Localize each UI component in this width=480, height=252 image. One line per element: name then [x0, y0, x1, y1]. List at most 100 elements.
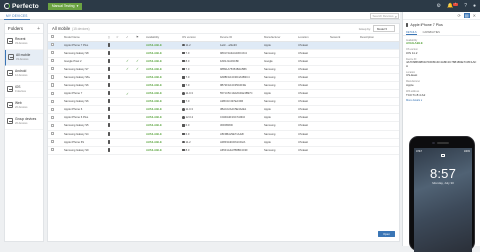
row-checkbox-cell[interactable]: [48, 130, 62, 139]
tab-capabilities[interactable]: CAPABILITIES: [423, 30, 440, 35]
table-row[interactable]: Samsung Galaxy S4 AVAILABLE 6.0 A5F9BA29E71…: [48, 130, 399, 139]
checkbox[interactable]: [51, 115, 55, 119]
table-row[interactable]: Apple iPhone 6 Plus AVAILABLE 12.0.2 C04DA3…: [48, 113, 399, 123]
column-header[interactable]: Description: [358, 34, 399, 42]
table-row[interactable]: Apple iPhone 7 ✓ AVAILABLE 11.0.3 5571C5C19A…: [48, 89, 399, 99]
network-cell: [328, 65, 358, 74]
folder-item[interactable]: Recent 33 devices: [5, 34, 43, 50]
table-row[interactable]: Apple iPhone 6S AVAILABLE 11.2 A08F3A9CD61C…: [48, 138, 399, 147]
column-header[interactable]: Location: [296, 34, 328, 42]
table-row[interactable]: Samsung Galaxy S9 AVAILABLE 8.0 A65F1A4A7B8…: [48, 146, 399, 155]
favorite-cell[interactable]: [114, 97, 124, 107]
gear-icon[interactable]: ⚙: [436, 3, 440, 9]
checkbox[interactable]: [51, 42, 55, 47]
checkbox[interactable]: [51, 99, 55, 103]
favorite-cell[interactable]: [114, 89, 124, 99]
checkbox[interactable]: [51, 131, 55, 136]
table-row[interactable]: Apple iPhone 7 Plus AVAILABLE 11.2 1a3c…af2…: [48, 41, 399, 50]
detail-field: Device ID 4A7D9B69861F53D8C4F4A8F4C7881B4…: [403, 58, 480, 69]
checkbox[interactable]: [51, 59, 55, 63]
checkbox[interactable]: [51, 91, 55, 95]
row-checkbox-cell[interactable]: [48, 138, 62, 147]
checkbox[interactable]: [51, 35, 55, 39]
select-all-checkbox[interactable]: [48, 34, 62, 42]
folder-item[interactable]: Android 12 devices: [5, 66, 43, 82]
folder-item[interactable]: iOS 9 devices: [5, 82, 43, 98]
user-icon[interactable]: ●: [473, 3, 476, 9]
table-row[interactable]: Samsung Galaxy S7 ✓ ✓ AVAILABLE 7.0 98891A753…: [48, 65, 399, 74]
favorite-cell[interactable]: [114, 57, 124, 66]
description-cell: [358, 81, 399, 91]
column-header[interactable]: Network: [328, 34, 358, 42]
table-row[interactable]: Samsung Galaxy S6 AVAILABLE 7.0 A2BC1F437EA…: [48, 97, 399, 107]
favorite-cell[interactable]: [114, 81, 124, 91]
favorite-cell[interactable]: [114, 105, 124, 115]
table-row[interactable]: Samsung Galaxy S8+ AVAILABLE 7.0 9A88F3A4C3…: [48, 73, 399, 82]
favorite-cell[interactable]: [114, 146, 124, 155]
checkbox[interactable]: [51, 148, 55, 152]
checkbox[interactable]: [51, 140, 55, 144]
row-checkbox-cell[interactable]: [48, 113, 62, 123]
column-header[interactable]: Model Name: [62, 34, 106, 42]
search-input[interactable]: Search Devices ⌕: [370, 13, 399, 19]
row-checkbox-cell[interactable]: [48, 41, 62, 50]
folder-item[interactable]: Web 20 devices: [5, 98, 43, 114]
open-device-button[interactable]: Open: [378, 231, 395, 237]
favorite-cell[interactable]: [114, 73, 124, 82]
table-row[interactable]: Samsung Galaxy S8 AVAILABLE 7.0 980174A3A44…: [48, 49, 399, 58]
os-version: 7.0: [185, 67, 190, 71]
folder-item[interactable]: Group devices 20 devices: [5, 114, 43, 130]
close-icon[interactable]: ✕: [473, 13, 476, 18]
row-checkbox-cell[interactable]: [48, 97, 62, 107]
favorite-cell[interactable]: [114, 49, 124, 58]
group-by-select[interactable]: Model ▾: [373, 25, 395, 32]
device-screen-preview[interactable]: AT&T 100% 8:57 Monday, July 30: [409, 136, 475, 252]
favorite-cell[interactable]: [114, 65, 124, 74]
row-checkbox-cell[interactable]: [48, 121, 62, 131]
row-checkbox-cell[interactable]: [48, 89, 62, 99]
row-checkbox-cell[interactable]: [48, 49, 62, 58]
search-icon[interactable]: ⌕: [395, 14, 397, 19]
row-checkbox-cell[interactable]: [48, 105, 62, 115]
row-checkbox-cell[interactable]: [48, 73, 62, 82]
table-row[interactable]: Samsung Galaxy S6 AVAILABLE 7.0 9B72F3A4C35…: [48, 81, 399, 91]
table-row[interactable]: Samsung Galaxy S5 AVAILABLE 6.0 30F0B36D Sam…: [48, 121, 399, 131]
checkbox[interactable]: [51, 75, 55, 79]
check-column-icon[interactable]: ✓: [124, 34, 134, 42]
checkbox[interactable]: [51, 67, 55, 71]
table-row[interactable]: Google Pixel 2 ✓ ✓ AVAILABLE 8.0 FA81J1A03C8F…: [48, 57, 399, 66]
column-header[interactable]: Manufacturer: [262, 34, 296, 42]
row-checkbox-cell[interactable]: [48, 146, 62, 155]
checkbox[interactable]: [51, 51, 55, 55]
row-checkbox-cell[interactable]: [48, 81, 62, 91]
add-folder-icon[interactable]: +: [37, 26, 40, 32]
perfecto-logo[interactable]: Perfecto: [4, 3, 39, 10]
more-details-link[interactable]: More details ▾: [403, 99, 480, 102]
row-checkbox-cell[interactable]: [48, 65, 62, 74]
star-column-icon[interactable]: ☆: [114, 34, 124, 42]
table-row[interactable]: Apple iPhone 6 AVAILABLE 11.0.3 3BA1F2A4C5E…: [48, 105, 399, 115]
checkbox[interactable]: [51, 83, 55, 87]
favorite-cell[interactable]: [114, 130, 124, 139]
favorite-cell[interactable]: [114, 121, 124, 131]
checkbox[interactable]: [51, 123, 55, 128]
phone-column-icon[interactable]: ▯: [106, 34, 114, 42]
column-header[interactable]: Device ID: [218, 34, 262, 42]
refresh-icon[interactable]: ⟳: [458, 13, 461, 18]
column-header[interactable]: OS version: [180, 34, 218, 42]
favorite-cell[interactable]: [114, 41, 124, 50]
checkbox[interactable]: [51, 107, 55, 111]
folder-item[interactable]: All mobile 33 devices: [5, 50, 43, 66]
favorite-cell[interactable]: [114, 138, 124, 147]
project-selector[interactable]: Manual Testing ▾: [47, 2, 83, 10]
help-icon[interactable]: ?: [464, 3, 467, 9]
tab-my-devices[interactable]: MY DEVICES: [4, 13, 30, 20]
bell-icon[interactable]: 🔔 1: [447, 3, 459, 9]
flag-column-icon[interactable]: ⚑: [134, 34, 144, 42]
panel-toggle-icon[interactable]: ▤: [463, 13, 470, 18]
tab-details[interactable]: DETAILS: [406, 30, 417, 35]
row-checkbox-cell[interactable]: [48, 57, 62, 66]
favorite-cell[interactable]: [114, 113, 124, 123]
model-cell: Samsung Galaxy S8: [62, 49, 106, 58]
column-header[interactable]: Availability: [144, 34, 180, 42]
